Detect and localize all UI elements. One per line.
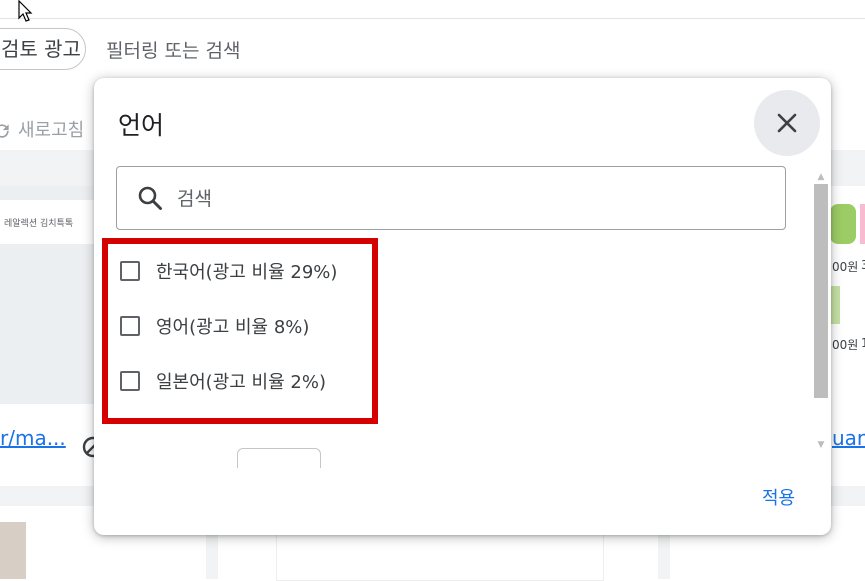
search-icon — [138, 186, 162, 210]
option-korean[interactable]: 한국어(광고 비율 29%) — [120, 258, 337, 284]
filter-search-placeholder[interactable]: 필터링 또는 검색 — [106, 36, 240, 63]
card-caption: 레알렉션 김치특톡 — [4, 219, 74, 229]
scrollbar-thumb[interactable] — [814, 184, 828, 398]
refresh-label: 새로고침 — [18, 120, 85, 141]
option-japanese[interactable]: 일본어(광고 비율 2%) — [120, 368, 326, 394]
product-image-3 — [830, 286, 840, 324]
option-label: 영어(광고 비율 8%) — [156, 317, 310, 338]
checkbox[interactable] — [120, 261, 140, 281]
option-label: 일본어(광고 비율 2%) — [156, 372, 326, 393]
card-image — [0, 522, 26, 579]
refresh-button[interactable]: 새로고침 — [0, 116, 84, 142]
scroll-up-arrow-icon[interactable]: ▲ — [814, 170, 828, 184]
refresh-icon — [0, 124, 9, 138]
product-image-1 — [830, 204, 856, 244]
close-icon — [777, 113, 797, 133]
checkbox[interactable] — [120, 371, 140, 391]
apply-button[interactable]: 적용 — [762, 484, 795, 510]
card-link-left[interactable]: r/ma... — [0, 426, 66, 450]
language-filter-dialog: 언어 한국어(광고 비율 29%) 영어(광고 비율 8%) 일본어(광고 비율… — [94, 78, 831, 535]
search-input[interactable] — [175, 183, 759, 215]
cursor-icon — [18, 0, 33, 22]
partial-button[interactable] — [237, 448, 321, 468]
options-scrollbar[interactable]: ▲ ▼ — [814, 170, 828, 460]
top-divider — [0, 18, 865, 19]
scroll-down-arrow-icon[interactable]: ▼ — [814, 438, 828, 452]
review-ads-chip[interactable]: 검토 광고 — [0, 28, 86, 70]
price-label: 00원 — [832, 260, 859, 274]
option-english[interactable]: 영어(광고 비율 8%) — [120, 313, 309, 339]
price-label: 00원 — [832, 338, 859, 352]
option-label: 한국어(광고 비율 29%) — [156, 262, 338, 283]
checkbox[interactable] — [120, 316, 140, 336]
language-search-field[interactable] — [116, 166, 786, 230]
result-card-bottom-2-inner — [276, 530, 604, 581]
dialog-title: 언어 — [118, 111, 165, 140]
price-label: 3 — [861, 258, 865, 272]
price-label: 1 — [861, 336, 865, 350]
close-button[interactable] — [754, 90, 820, 156]
card-link-right[interactable]: uard — [832, 426, 865, 450]
product-image-2 — [860, 204, 865, 244]
